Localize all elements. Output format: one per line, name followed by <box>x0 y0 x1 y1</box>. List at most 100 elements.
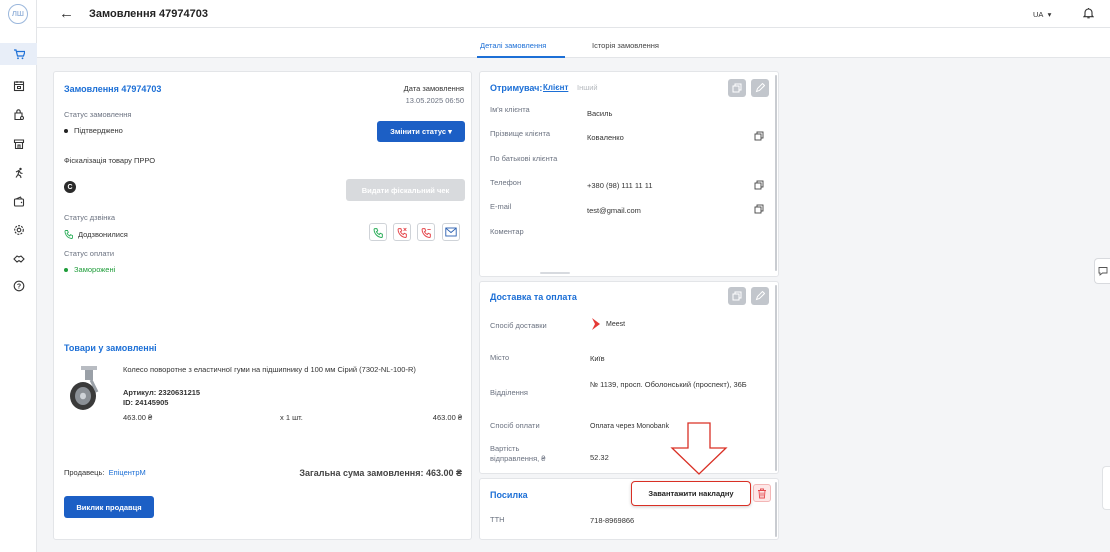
handshake-icon <box>12 255 25 263</box>
download-waybill-button[interactable]: Завантажити накладну <box>631 481 751 506</box>
recipient-title: Отримувач: <box>490 83 543 93</box>
order-title: Замовлення 47974703 <box>64 84 162 94</box>
recipient-h-scrollbar[interactable] <box>540 272 570 274</box>
order-card: Замовлення 47974703 Дата замовлення 13.0… <box>53 71 472 540</box>
recipient-first-name: Василь <box>587 109 613 118</box>
recipient-email-label: E-mail <box>490 202 512 211</box>
call-seller-button[interactable]: Виклик продавця <box>64 496 154 518</box>
language-value: UA <box>1033 10 1044 19</box>
parcel-scrollbar[interactable] <box>775 482 777 537</box>
call-success-button[interactable] <box>369 223 387 241</box>
copy-icon[interactable] <box>754 204 764 216</box>
phone-rejected-icon <box>421 227 431 238</box>
call-missed-button[interactable] <box>393 223 411 241</box>
payment-status-dot <box>64 268 68 272</box>
delivery-city-value: Київ <box>590 354 605 363</box>
payment-status-label: Статус оплати <box>64 249 115 258</box>
settings-icon <box>13 225 24 235</box>
pencil-icon <box>755 291 765 301</box>
change-status-button[interactable]: Змінити статус ▾ <box>377 121 465 142</box>
sidebar-item-products[interactable] <box>0 104 37 126</box>
tab-order-details[interactable]: Деталі замовлення <box>480 41 546 50</box>
seller: Продавець: ЕпіцентрМ <box>64 468 146 477</box>
app-logo: ЛШ <box>8 4 28 24</box>
fiscal-badge: С <box>64 181 76 193</box>
recipient-scrollbar[interactable] <box>775 75 777 271</box>
call-status-label: Статус дзвінка <box>64 213 116 222</box>
fiscalization-label: Фіскалізація товару ПРРО <box>64 156 156 165</box>
call-rejected-button[interactable] <box>417 223 435 241</box>
call-status-value: Додзвонилися <box>78 230 128 239</box>
ttn-value: 718-8969866 <box>590 516 635 525</box>
sidebar-item-couriers[interactable] <box>0 162 37 184</box>
svg-text:?: ? <box>16 283 20 290</box>
copy-icon <box>732 291 742 301</box>
chat-widget-button[interactable] <box>1094 258 1110 284</box>
seller-link[interactable]: ЕпіцентрМ <box>109 468 146 477</box>
edit-delivery-button[interactable] <box>751 287 769 305</box>
delivery-card: Доставка та оплата Спосіб доставки Meest… <box>479 281 779 474</box>
delivery-method-label: Спосіб доставки <box>490 321 547 330</box>
copy-delivery-button[interactable] <box>728 287 746 305</box>
wallet-icon <box>13 196 24 207</box>
annotation-arrow-icon <box>670 422 728 475</box>
help-icon: ? <box>13 280 24 292</box>
chevron-down-icon: ▾ <box>1047 10 1052 19</box>
active-tab-indicator <box>477 56 565 58</box>
payment-method-label: Спосіб оплати <box>490 421 540 430</box>
sidebar-item-calendar[interactable] <box>0 75 37 97</box>
product-line-total: 463.00 ₴ <box>432 413 462 422</box>
order-date-label: Дата замовлення <box>403 84 464 93</box>
recipient-email: test@gmail.com <box>587 206 641 215</box>
sidebar-item-help[interactable]: ? <box>0 275 37 297</box>
sidebar-item-settings[interactable] <box>0 219 37 241</box>
delivery-city-label: Місто <box>490 353 510 362</box>
issue-fiscal-receipt-button[interactable]: Видати фіскальний чек <box>346 179 465 201</box>
payment-status: Заморожені <box>64 265 115 274</box>
edit-recipient-button[interactable] <box>751 79 769 97</box>
chevron-down-icon: ▾ <box>448 127 452 136</box>
call-status: Додзвонилися <box>64 229 128 239</box>
sidebar-item-stores[interactable] <box>0 133 37 155</box>
delivery-title: Доставка та оплата <box>490 292 577 302</box>
copy-icon[interactable] <box>754 131 764 143</box>
ttn-label: ТТН <box>490 515 505 524</box>
sidebar-item-orders[interactable] <box>0 43 37 65</box>
payment-status-value: Заморожені <box>74 265 116 274</box>
delete-parcel-button[interactable] <box>753 484 771 502</box>
recipient-type-client[interactable]: Клієнт <box>543 83 568 92</box>
meest-logo-icon <box>590 317 602 333</box>
product-name[interactable]: Колесо поворотне з еластичної гуми на пі… <box>123 365 423 375</box>
seller-label: Продавець: <box>64 468 105 477</box>
order-total-value: 463.00 ₴ <box>425 468 462 478</box>
calendar-icon <box>13 81 24 92</box>
side-panel-handle[interactable] <box>1102 466 1110 510</box>
recipient-last-name-label: Прізвище клієнта <box>490 129 551 138</box>
product-id-value: 24145905 <box>135 398 169 407</box>
copy-icon[interactable] <box>754 180 764 192</box>
product-article-label: Артикул: <box>123 388 157 397</box>
back-arrow-icon[interactable]: ← <box>59 5 74 22</box>
phone-icon <box>64 230 73 239</box>
recipient-type-other[interactable]: Інший <box>577 83 598 92</box>
tab-order-history[interactable]: Історія замовлення <box>592 41 659 50</box>
recipient-phone: +380 (98) 111 11 11 <box>587 181 653 190</box>
copy-recipient-button[interactable] <box>728 79 746 97</box>
tabs-bar: Деталі замовлення Історія замовлення <box>37 28 1110 58</box>
status-dot <box>64 129 68 133</box>
delivery-method-value: Meest <box>606 321 626 328</box>
cart-icon <box>13 49 25 60</box>
delivery-branch-value: № 1139, просп. Оболонський (проспект), 3… <box>590 380 747 389</box>
products-title: Товари у замовленні <box>64 343 157 353</box>
order-total-label: Загальна сума замовлення: <box>299 468 424 478</box>
sidebar-item-partners[interactable] <box>0 247 37 269</box>
notifications-bell-icon[interactable] <box>1082 7 1095 21</box>
copy-icon <box>732 83 742 93</box>
product-quantity: x 1 шт. <box>280 413 303 422</box>
sidebar-item-finance[interactable] <box>0 191 37 213</box>
change-status-label: Змінити статус <box>390 127 446 136</box>
top-bar: ← Замовлення 47974703 UA ▾ <box>37 0 1110 28</box>
language-selector[interactable]: UA ▾ <box>1033 10 1051 19</box>
delivery-scrollbar[interactable] <box>775 285 777 471</box>
send-email-button[interactable] <box>442 223 460 241</box>
